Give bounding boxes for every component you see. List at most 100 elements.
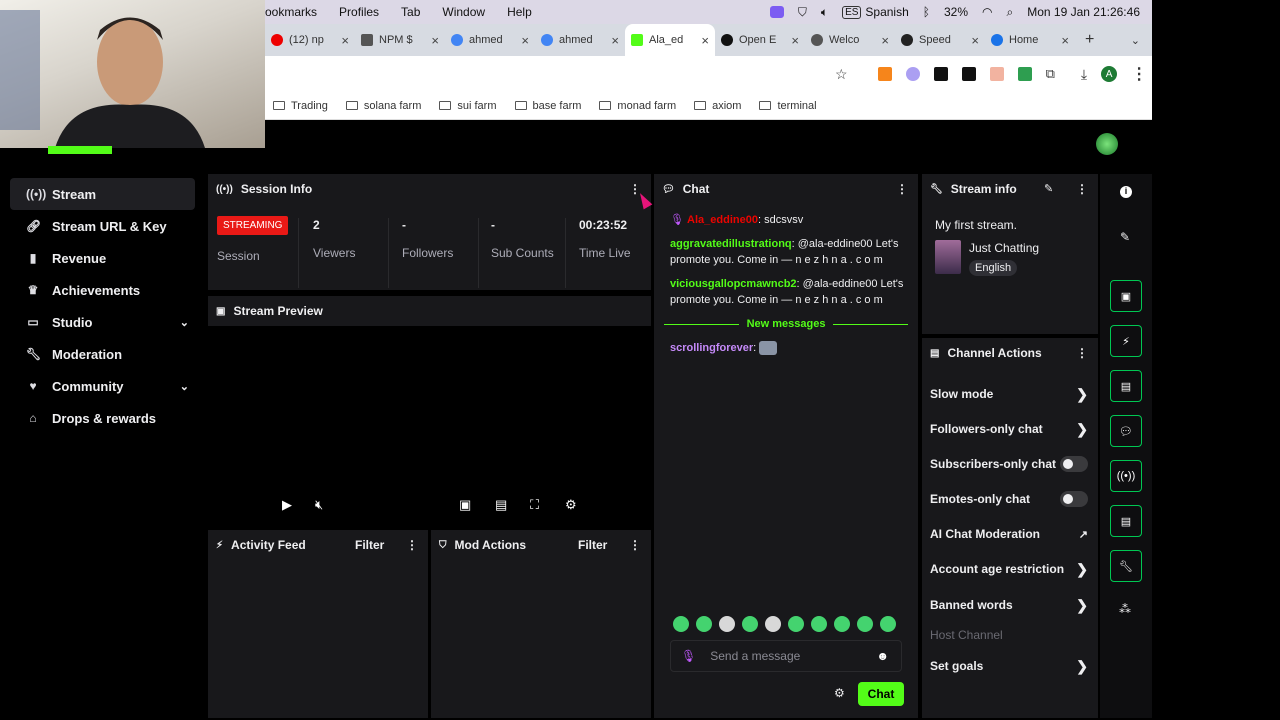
emoji-picker-icon[interactable]: ☻	[876, 649, 889, 663]
play-icon[interactable]: ▶	[282, 497, 292, 513]
extension-icon[interactable]	[989, 67, 1004, 81]
edit-pencil-icon[interactable]: ✎	[1044, 182, 1053, 195]
extension-icon[interactable]	[961, 67, 976, 81]
bookmark-folder[interactable]: sui farm	[439, 100, 497, 112]
chat-username[interactable]: Ala_eddine00	[687, 214, 758, 226]
sidebar-item-moderation[interactable]: 🔧︎ Moderation	[10, 338, 195, 370]
mic-icon[interactable]: 🎙︎	[681, 649, 696, 663]
action-banned-words[interactable]: Banned words ❯	[930, 595, 1088, 615]
battery-label[interactable]: 32%	[944, 5, 968, 19]
emote-icon[interactable]	[857, 616, 873, 632]
kebab-menu-icon[interactable]: ⋮	[406, 538, 418, 552]
theater-icon[interactable]: ▤	[495, 497, 507, 513]
chat-settings-gear-icon[interactable]: ⚙	[834, 686, 845, 700]
screen-record-icon[interactable]	[769, 6, 784, 18]
extension-icon[interactable]	[1017, 67, 1032, 81]
emote-icon[interactable]	[811, 616, 827, 632]
sidebar-item-achievements[interactable]: ♛ Achievements	[10, 274, 195, 306]
browser-tab[interactable]: ahmed ×	[445, 24, 535, 56]
pip-icon[interactable]: ▣	[459, 497, 471, 513]
browser-tab-active[interactable]: Ala_ed ×	[625, 24, 715, 56]
bookmark-folder[interactable]: Trading	[273, 100, 328, 112]
input-source-code[interactable]: ES	[842, 5, 862, 19]
category-name[interactable]: Just Chatting	[969, 241, 1039, 255]
channel-icon[interactable]: ▤	[1110, 505, 1142, 537]
toggle-switch[interactable]	[1060, 491, 1088, 507]
close-icon[interactable]: ×	[1061, 33, 1069, 48]
browser-tab[interactable]: Open E ×	[715, 24, 805, 56]
info-icon[interactable]: i	[1120, 186, 1132, 198]
close-icon[interactable]: ×	[431, 33, 439, 48]
datetime[interactable]: Mon 19 Jan 21:26:46	[1027, 5, 1140, 19]
browser-tab[interactable]: (12) np ×	[265, 24, 355, 56]
close-icon[interactable]: ×	[521, 33, 529, 48]
kebab-menu-icon[interactable]: ⋮	[896, 182, 908, 196]
chat-bubble-icon[interactable]: 💬︎	[1110, 415, 1142, 447]
emote-icon[interactable]	[696, 616, 712, 632]
filter-button[interactable]: Filter	[355, 538, 384, 552]
menu-tab[interactable]: Tab	[401, 5, 420, 19]
browser-tab[interactable]: Speed ×	[895, 24, 985, 56]
metamask-extension-icon[interactable]	[877, 67, 892, 81]
bookmark-folder[interactable]: axiom	[694, 100, 741, 112]
menu-window[interactable]: Window	[442, 5, 485, 19]
sidebar-item-stream-url-key[interactable]: 🔗︎ Stream URL & Key	[10, 210, 195, 242]
chat-send-button[interactable]: Chat	[858, 682, 904, 706]
emote-icon[interactable]	[742, 616, 758, 632]
community-icon[interactable]: ⁂	[1119, 602, 1131, 616]
browser-tab[interactable]: ahmed ×	[535, 24, 625, 56]
browser-tab[interactable]: NPM $ ×	[355, 24, 445, 56]
action-ai-chat-moderation[interactable]: AI Chat Moderation ↗	[930, 524, 1088, 544]
emote-icon[interactable]	[719, 616, 735, 632]
bookmark-folder[interactable]: monad farm	[599, 100, 676, 112]
input-source-label[interactable]: Spanish	[865, 5, 908, 19]
close-icon[interactable]: ×	[971, 33, 979, 48]
edit-pencil-icon[interactable]: ✎	[1120, 230, 1130, 244]
wifi-icon[interactable]: ◠	[982, 5, 992, 19]
menu-bookmarks[interactable]: ookmarks	[265, 5, 317, 19]
filter-button[interactable]: Filter	[578, 538, 607, 552]
spotlight-icon[interactable]: ⌕	[1007, 5, 1014, 20]
emote-icon[interactable]	[834, 616, 850, 632]
volume-icon[interactable]: 🔈︎	[821, 5, 828, 20]
action-followers-only-chat[interactable]: Followers-only chat ❯	[930, 419, 1088, 439]
bluetooth-icon[interactable]: ᛒ	[923, 5, 930, 19]
sidebar-item-revenue[interactable]: ▮ Revenue	[10, 242, 195, 274]
sidebar-item-stream[interactable]: ((•)) Stream	[10, 178, 195, 210]
bookmark-folder[interactable]: solana farm	[345, 100, 421, 112]
chat-username[interactable]: aggravatedillustrationq	[670, 238, 792, 250]
puzzle-extensions-icon[interactable]: ⧉	[1046, 66, 1055, 82]
address-bar[interactable]	[265, 56, 835, 92]
close-icon[interactable]: ×	[881, 33, 889, 48]
browser-tab[interactable]: Welco ×	[805, 24, 895, 56]
menu-profiles[interactable]: Profiles	[339, 5, 379, 19]
extension-icon[interactable]	[933, 67, 948, 81]
wrench-icon[interactable]: 🔧︎	[1110, 550, 1142, 582]
menu-help[interactable]: Help	[507, 5, 532, 19]
action-set-goals[interactable]: Set goals ❯	[930, 656, 1088, 676]
chat-input[interactable]: 🎙︎ Send a message ☻	[670, 640, 902, 672]
action-slow-mode[interactable]: Slow mode ❯	[930, 384, 1088, 404]
emote-icon[interactable]	[880, 616, 896, 632]
profile-avatar[interactable]: A	[1101, 66, 1118, 82]
kebab-menu-icon[interactable]: ⋮	[1076, 346, 1088, 360]
bookmark-star-icon[interactable]: ☆	[835, 66, 848, 83]
close-icon[interactable]: ×	[341, 33, 349, 48]
kick-logo[interactable]	[48, 146, 112, 154]
screenshot-icon[interactable]: ▣	[1110, 280, 1142, 312]
emote-icon[interactable]	[673, 616, 689, 632]
shield-icon[interactable]: ⛉	[798, 5, 807, 20]
kebab-menu-icon[interactable]: ⋮	[629, 538, 641, 552]
chat-username[interactable]: viciousgallopcmawncb2	[670, 278, 797, 290]
bookmark-folder[interactable]: terminal	[759, 100, 817, 112]
fullscreen-icon[interactable]: ⛶	[530, 497, 539, 513]
emote-icon[interactable]	[765, 616, 781, 632]
sidebar-item-community[interactable]: ♥ Community ⌄	[10, 370, 195, 402]
download-icon[interactable]: ⤓	[1081, 66, 1087, 83]
settings-gear-icon[interactable]: ⚙	[565, 497, 577, 513]
bolt-icon[interactable]: ⚡︎	[1110, 325, 1142, 357]
browser-tab[interactable]: Home ×	[985, 24, 1075, 56]
close-icon[interactable]: ×	[611, 33, 619, 48]
browser-menu-icon[interactable]: ⋮	[1131, 64, 1147, 84]
bookmark-folder[interactable]: base farm	[514, 100, 581, 112]
